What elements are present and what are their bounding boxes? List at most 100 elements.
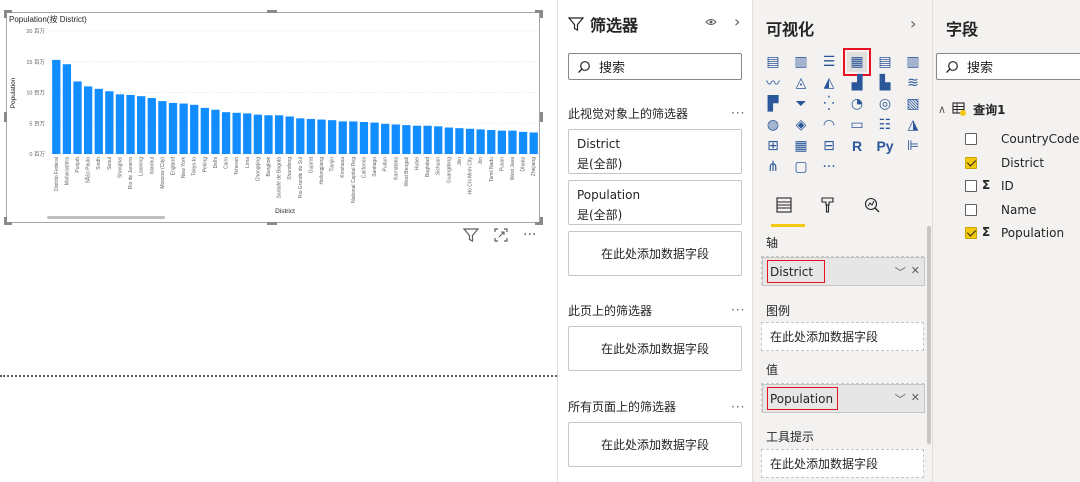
filter-card-population[interactable]: Population 是(全部) (568, 180, 742, 225)
more-visuals-icon[interactable]: ··· (819, 157, 839, 177)
100-stacked-column-chart-icon[interactable]: ▥ (903, 52, 923, 72)
bar-chart-visual[interactable]: Population(按 District) 0 百万 5 百万 10 百万 15 百万… (6, 12, 540, 223)
qa-icon[interactable]: ▢ (791, 157, 811, 177)
tooltips-well[interactable]: 在此处添加数据字段 (761, 449, 924, 478)
card-icon[interactable]: ▭ (847, 115, 867, 135)
treemap-icon[interactable]: ▧ (903, 94, 923, 114)
bar (115, 94, 125, 154)
clustered-column-chart-icon[interactable]: ▦ (843, 48, 871, 76)
table-node-query1[interactable]: ∧ 查询1 (938, 100, 1005, 118)
axis-well[interactable]: District ﹀ ✕ (761, 256, 925, 286)
values-field-pill[interactable]: Population ﹀ ✕ (762, 384, 925, 413)
resize-handle-tl-v[interactable] (4, 10, 7, 18)
values-field-label: Population (767, 387, 839, 410)
slicer-icon[interactable]: ⊞ (763, 136, 783, 156)
r-visual-icon[interactable]: R (847, 136, 867, 156)
remove-field-icon[interactable]: ✕ (911, 391, 920, 407)
field-checkbox[interactable] (965, 133, 977, 145)
chevron-down-icon[interactable]: ﹀ (895, 391, 906, 407)
pie-chart-icon[interactable]: ◔ (847, 94, 867, 114)
chart-scrollbar[interactable] (47, 216, 165, 219)
more-options-icon[interactable]: ··· (523, 227, 536, 247)
y-tick-label: 10 百万 (26, 90, 45, 97)
field-item[interactable]: Σ Population (933, 225, 1080, 241)
resize-handle-br-v[interactable] (540, 217, 543, 225)
decomposition-tree-icon[interactable]: ⋔ (763, 157, 783, 177)
line-column-chart-icon[interactable]: ▟ (847, 73, 867, 93)
resize-handle-right[interactable] (540, 112, 543, 122)
bar (126, 94, 135, 154)
resize-handle-tr-v[interactable] (540, 10, 543, 18)
focus-mode-icon[interactable] (493, 227, 509, 247)
resize-handle-bl-v[interactable] (4, 217, 7, 225)
add-all-pages-filter-field[interactable]: 在此处添加数据字段 (568, 422, 742, 467)
funnel-chart-icon[interactable]: ⏷ (791, 94, 811, 114)
clustered-bar-chart-icon[interactable]: ☰ (819, 52, 839, 72)
field-checkbox[interactable] (965, 156, 977, 169)
collapse-filters-chevron-icon[interactable]: › (734, 12, 740, 31)
eye-icon[interactable] (705, 17, 717, 30)
multi-row-card-icon[interactable]: ☷ (875, 115, 895, 135)
100-stacked-bar-chart-icon[interactable]: ▤ (875, 52, 895, 72)
add-page-filter-field[interactable]: 在此处添加数据字段 (568, 326, 742, 371)
line-chart-icon[interactable]: 〰 (763, 73, 783, 93)
map-icon[interactable]: ◍ (763, 115, 783, 135)
filter-card-district[interactable]: District 是(全部) (568, 129, 742, 174)
kpi-icon[interactable]: ◮ (903, 115, 923, 135)
donut-chart-icon[interactable]: ◎ (875, 94, 895, 114)
ribbon-chart-icon[interactable]: ≋ (903, 73, 923, 93)
field-checkbox[interactable] (965, 227, 977, 239)
scatter-chart-icon[interactable]: ⁛ (819, 94, 839, 114)
legend-well[interactable]: 在此处添加数据字段 (761, 322, 924, 351)
filters-search-input[interactable]: 搜索 (568, 53, 742, 80)
x-tick-label: West Java (510, 157, 516, 180)
gauge-icon[interactable]: ◠ (819, 115, 839, 135)
values-well[interactable]: Population ﹀ ✕ (761, 383, 925, 413)
field-item[interactable]: Name (933, 202, 1080, 218)
field-checkbox[interactable] (965, 203, 977, 216)
table-icon[interactable]: ▦ (791, 136, 811, 156)
field-item[interactable]: CountryCode (933, 131, 1080, 147)
x-tick-label: Heilongjiang (319, 157, 325, 185)
waterfall-chart-icon[interactable]: ▛ (763, 94, 783, 114)
page-filters-more-icon[interactable]: ··· (731, 303, 745, 317)
resize-handle-top[interactable] (267, 10, 277, 13)
chevron-up-icon[interactable]: ∧ (938, 103, 946, 116)
x-tick-label: Maharashtra (64, 157, 70, 185)
remove-field-icon[interactable]: ✕ (911, 264, 920, 280)
analytics-tab-icon[interactable] (863, 196, 881, 218)
report-canvas[interactable]: Population(按 District) 0 百万 5 百万 10 百万 15 百万… (0, 0, 557, 482)
resize-handle-bottom[interactable] (267, 222, 277, 225)
filled-map-icon[interactable]: ◈ (791, 115, 811, 135)
all-pages-filters-more-icon[interactable]: ··· (731, 400, 745, 414)
field-name: Population (1001, 226, 1065, 240)
line-clustered-column-chart-icon[interactable]: ▙ (875, 73, 895, 93)
viz-pane-scrollbar[interactable] (927, 226, 931, 444)
visual-filters-more-icon[interactable]: ··· (731, 106, 745, 120)
stacked-area-chart-icon[interactable]: ◭ (819, 73, 839, 93)
fields-tab-icon[interactable] (775, 196, 793, 218)
chevron-down-icon[interactable]: ﹀ (895, 264, 906, 280)
field-checkbox[interactable] (965, 180, 977, 192)
bar (402, 125, 411, 154)
python-visual-icon[interactable]: Py (875, 136, 895, 156)
filter-icon[interactable] (462, 227, 480, 247)
fields-search-input[interactable]: 搜索 (936, 53, 1080, 80)
field-item[interactable]: Σ ID (933, 178, 1080, 194)
x-tick-label: Hubei (415, 157, 421, 170)
axis-field-pill[interactable]: District ﹀ ✕ (762, 257, 925, 286)
collapse-visualizations-chevron-icon[interactable]: › (910, 14, 916, 33)
add-visual-filter-field[interactable]: 在此处添加数据字段 (568, 231, 742, 276)
area-chart-icon[interactable]: ◬ (791, 73, 811, 93)
stacked-bar-chart-icon[interactable]: ▤ (763, 52, 783, 72)
stacked-column-chart-icon[interactable]: ▥ (791, 52, 811, 72)
resize-handle-left[interactable] (4, 112, 7, 122)
key-influencers-icon[interactable]: ⊫ (903, 136, 923, 156)
x-tick-label: Pudun (383, 157, 389, 172)
table-icon (952, 102, 967, 116)
field-item[interactable]: District (933, 155, 1080, 171)
matrix-icon[interactable]: ⊟ (819, 136, 839, 156)
format-tab-icon[interactable] (819, 196, 837, 218)
x-tick-label: National Capital Reg (351, 157, 357, 203)
x-tick-label: Seoul (107, 157, 113, 170)
